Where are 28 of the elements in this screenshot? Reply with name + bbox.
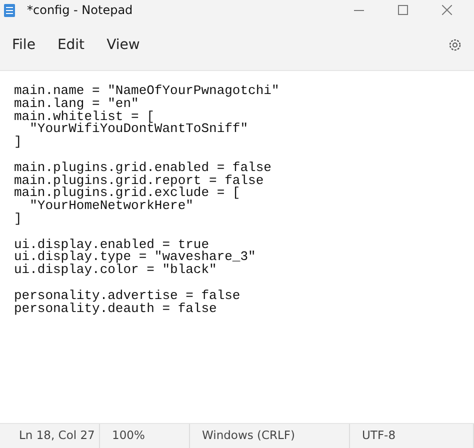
code-line: ui.display.type = "waveshare_3" xyxy=(14,251,256,264)
code-line: main.name = "NameOfYourPwnagotchi" xyxy=(14,85,280,98)
code-line: personality.advertise = false xyxy=(14,290,240,303)
notepad-icon xyxy=(4,3,15,17)
code-line: "YourHomeNetworkHere" xyxy=(30,200,194,213)
status-text: 100% xyxy=(112,427,145,444)
text-editor[interactable] xyxy=(0,70,474,424)
settings-icon[interactable] xyxy=(448,38,462,52)
code-line: main.plugins.grid.report = false xyxy=(14,174,264,188)
code-line: main.plugins.grid.enabled = false xyxy=(14,162,272,175)
menu-item[interactable]: Edit xyxy=(57,38,85,52)
code-line: personality.deauth = false xyxy=(14,302,217,316)
code-line: ] xyxy=(14,136,22,149)
code-line: main.whitelist = [ xyxy=(14,110,154,124)
code-line: "YourWifiYouDontWantToSniff" xyxy=(28,123,248,136)
code-line: main.lang = "en" xyxy=(14,98,139,111)
status-text: Ln 18, Col 27 xyxy=(19,427,95,444)
window-title: *config - Notepad xyxy=(27,2,133,19)
code-line: ] xyxy=(14,212,22,226)
code-line: ui.display.color = "black" xyxy=(14,264,217,277)
code-line: ui.display.enabled = true xyxy=(14,238,210,252)
menu-item[interactable]: View xyxy=(106,38,140,52)
code-line: main.plugins.grid.exclude = [ xyxy=(14,187,240,200)
menu-item[interactable]: File xyxy=(12,38,36,52)
status-text: Windows (CRLF) xyxy=(202,427,296,444)
status-text: UTF-8 xyxy=(362,427,396,444)
maximize-icon[interactable] xyxy=(398,5,408,15)
close-icon[interactable] xyxy=(442,5,452,15)
